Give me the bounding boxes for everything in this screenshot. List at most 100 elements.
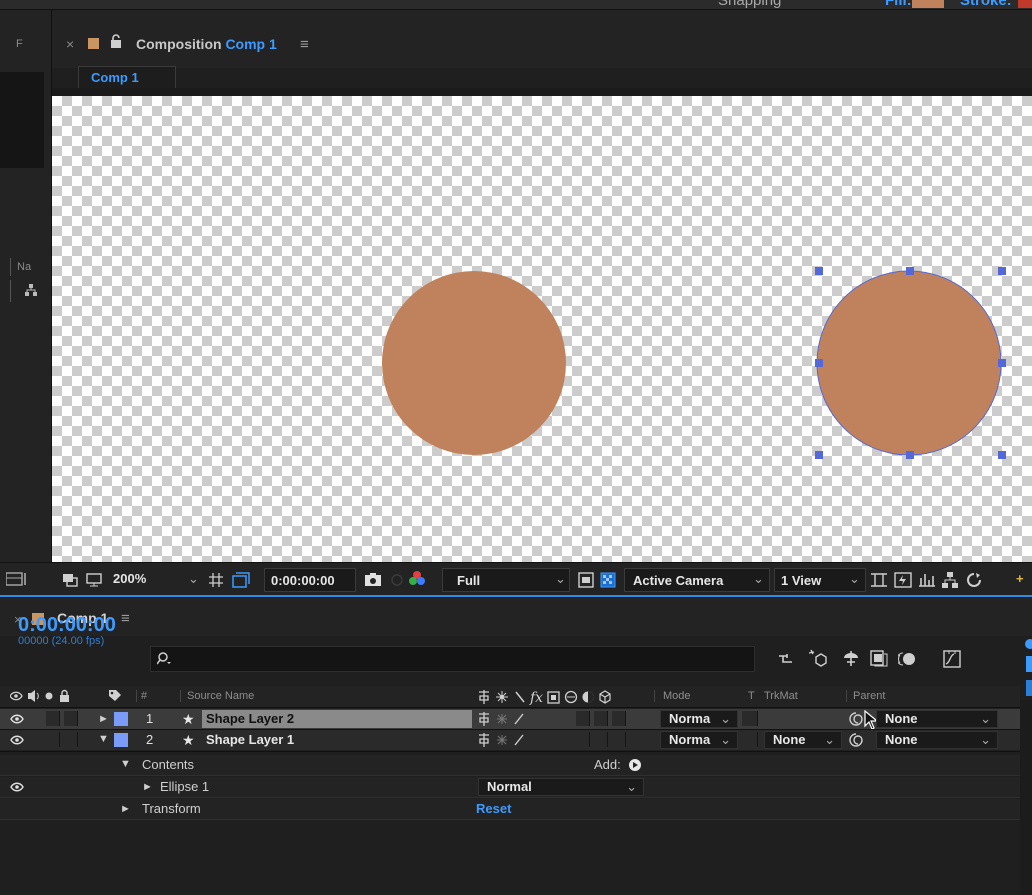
column-number[interactable]: # <box>136 690 147 702</box>
layer-switches[interactable] <box>478 733 538 747</box>
switch-cell[interactable] <box>612 711 626 726</box>
preserve-transparency-switch[interactable] <box>742 732 758 747</box>
parent-dropdown[interactable]: None ⌄ <box>876 710 998 728</box>
magnification-value[interactable]: 200% <box>113 571 146 586</box>
expand-transform-toggle-icon[interactable]: ► <box>120 803 131 815</box>
visibility-eye-icon[interactable] <box>10 782 24 792</box>
layer-name[interactable]: Shape Layer 1 <box>206 732 294 747</box>
close-panel-icon[interactable]: × <box>66 36 74 52</box>
visibility-eye-icon[interactable] <box>10 735 24 745</box>
label-tag-header-icon[interactable] <box>108 689 122 703</box>
switch-cell[interactable] <box>594 732 608 747</box>
reset-exposure-icon[interactable] <box>966 572 982 588</box>
motion-blur-icon[interactable] <box>898 650 916 668</box>
parent-pickwhip-icon[interactable] <box>848 732 864 748</box>
expand-layer-toggle-icon[interactable]: ► <box>98 713 109 725</box>
camera-snapshot-icon[interactable] <box>364 572 382 587</box>
solo-switch[interactable] <box>46 732 60 747</box>
channel-rgb-icon[interactable] <box>408 570 426 588</box>
ellipse-label[interactable]: Ellipse 1 <box>160 779 209 794</box>
lock-switch[interactable] <box>64 711 78 726</box>
fast-draft-icon[interactable] <box>894 572 912 588</box>
fill-label[interactable]: Fill: <box>885 0 912 9</box>
view-layout-dropdown[interactable]: 1 View ⌄ <box>774 568 866 592</box>
panel-tab-letter[interactable]: F <box>16 38 23 50</box>
always-preview-icon[interactable] <box>62 572 78 588</box>
column-parent[interactable]: Parent <box>846 690 885 702</box>
layer-row[interactable]: ▼ 2 ★ Shape Layer 1 Norma ⌄ None ⌄ None ⌄ <box>0 730 1020 750</box>
reset-transform-button[interactable]: Reset <box>476 801 511 816</box>
add-menu-icon[interactable] <box>628 758 642 772</box>
column-trkmat[interactable]: TrkMat <box>764 690 798 702</box>
switch-cell[interactable] <box>576 732 590 747</box>
collapse-layer-toggle-icon[interactable]: ▼ <box>98 733 109 745</box>
stroke-color-swatch[interactable] <box>1018 0 1032 8</box>
layer-switches-header-icon[interactable]: fx <box>478 690 628 705</box>
collapse-contents-toggle-icon[interactable]: ▼ <box>120 758 131 770</box>
flowchart-view-icon[interactable] <box>942 572 958 588</box>
exposure-add-icon[interactable]: + <box>1016 571 1024 586</box>
panel-menu-icon[interactable]: ≡ <box>300 36 309 53</box>
column-source-name[interactable]: Source Name <box>180 690 254 702</box>
layer-row[interactable]: ► 1 ★ Shape Layer 2 Norma ⌄ None ⌄ <box>0 709 1020 730</box>
layer-search-input[interactable] <box>150 646 755 672</box>
transform-label[interactable]: Transform <box>142 801 201 816</box>
shape-layer-2-ellipse[interactable] <box>816 270 1002 456</box>
frame-blending-icon[interactable] <box>870 650 888 668</box>
region-of-interest-icon[interactable] <box>232 572 250 588</box>
column-mode[interactable]: Mode <box>654 690 691 702</box>
ellipse-blend-dropdown[interactable]: Normal ⌄ <box>478 778 644 796</box>
trkmat-dropdown[interactable]: None ⌄ <box>764 731 842 749</box>
fill-color-swatch[interactable] <box>912 0 944 8</box>
layer-label-color[interactable] <box>114 733 128 747</box>
shape-layer-1-ellipse[interactable] <box>382 271 566 455</box>
flowchart-icon[interactable] <box>10 280 50 302</box>
current-time-field[interactable]: 0:00:00:00 <box>264 568 356 592</box>
comp-viewer-tab[interactable]: Comp 1 <box>78 66 176 89</box>
show-snapshot-icon[interactable] <box>388 572 406 587</box>
switch-cell[interactable] <box>612 732 626 747</box>
snapping-label[interactable]: Snapping <box>718 0 781 9</box>
visibility-eye-icon[interactable] <box>10 714 24 724</box>
column-t[interactable]: T <box>748 690 755 702</box>
switch-cell[interactable] <box>594 711 608 726</box>
blend-mode-dropdown[interactable]: Norma ⌄ <box>660 710 738 728</box>
transform-row[interactable]: ► Transform Reset <box>0 799 1020 819</box>
timeline-ruler-strip[interactable] <box>1020 636 1032 696</box>
viewer-canvas[interactable] <box>52 96 1032 562</box>
timeline-menu-icon[interactable]: ≡ <box>121 610 130 627</box>
timeline-icon[interactable] <box>918 572 936 588</box>
layer-name-field[interactable]: Shape Layer 2 <box>202 710 472 728</box>
video-switch-header-icon[interactable] <box>10 689 70 703</box>
draft-3d-icon[interactable] <box>808 648 828 668</box>
solo-switch[interactable] <box>46 711 60 726</box>
stroke-label[interactable]: Stroke: <box>960 0 1012 9</box>
magnification-dropdown-icon[interactable]: ⌄ <box>188 571 199 587</box>
lock-icon[interactable] <box>110 34 122 48</box>
parent-pickwhip-icon[interactable] <box>848 711 864 727</box>
timeline-current-time[interactable]: 0:00:00:00 <box>18 614 116 637</box>
comp-mini-flowchart-icon[interactable] <box>778 651 794 667</box>
ellipse-group-row[interactable]: ► Ellipse 1 Normal ⌄ <box>0 777 1020 797</box>
hide-shy-layers-icon[interactable] <box>842 651 860 667</box>
switch-cell[interactable] <box>576 711 590 726</box>
fast-previews-icon[interactable] <box>578 572 594 588</box>
composition-viewer[interactable] <box>52 96 1032 562</box>
layer-switches[interactable] <box>478 712 538 726</box>
graph-editor-icon[interactable] <box>942 649 962 669</box>
pixel-aspect-icon[interactable] <box>870 572 888 588</box>
lock-switch[interactable] <box>64 732 78 747</box>
composition-name[interactable]: Comp 1 <box>225 36 276 52</box>
expand-ellipse-toggle-icon[interactable]: ► <box>142 781 153 793</box>
contents-label[interactable]: Contents <box>142 757 194 772</box>
preserve-transparency-switch[interactable] <box>742 711 758 726</box>
monitor-icon[interactable] <box>86 572 102 588</box>
grid-icon[interactable] <box>208 572 224 588</box>
trkmat-empty[interactable] <box>764 710 842 728</box>
contents-row[interactable]: ▼ Contents Add: <box>0 755 1020 775</box>
blend-mode-dropdown[interactable]: Norma ⌄ <box>660 731 738 749</box>
transparency-grid-icon[interactable] <box>600 572 616 588</box>
camera-view-dropdown[interactable]: Active Camera ⌄ <box>624 568 770 592</box>
toggle-panel-icon[interactable] <box>6 572 28 586</box>
resolution-dropdown[interactable]: Full ⌄ <box>442 568 570 592</box>
